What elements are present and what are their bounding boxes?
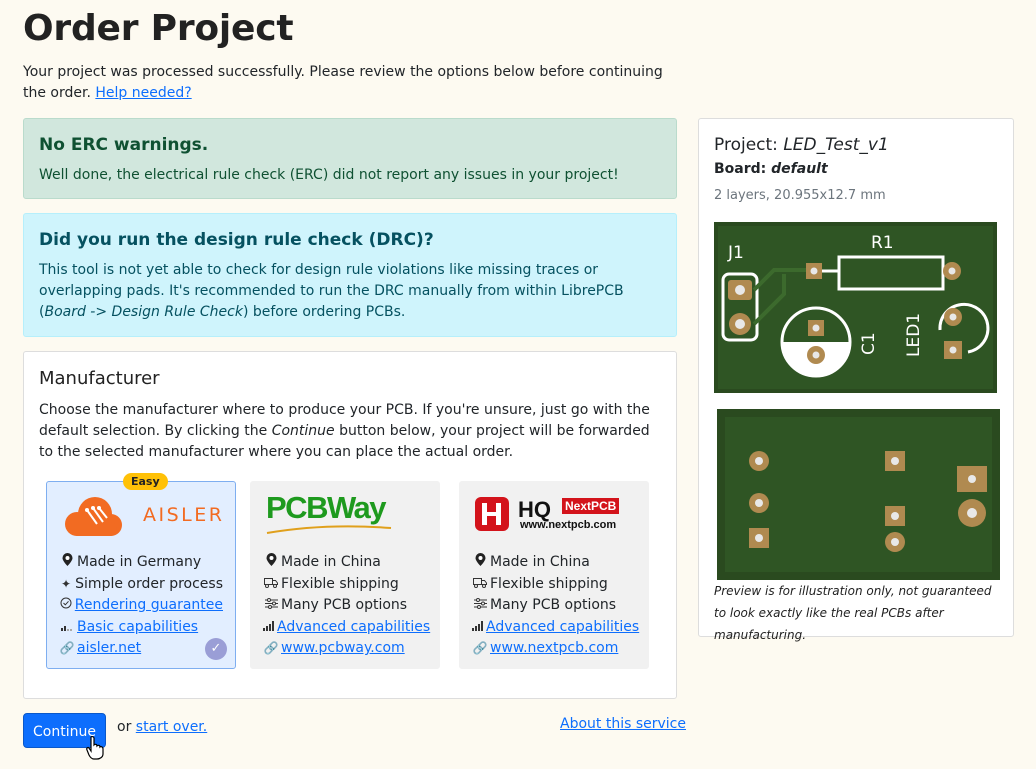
- manufacturer-title: Manufacturer: [39, 368, 160, 389]
- board-line: Board: default: [714, 161, 828, 177]
- feature-item: Flexible shipping: [263, 574, 427, 596]
- manufacturer-option-aisler[interactable]: Easy AISLER Made in Germany ✦ Simple orde…: [46, 473, 236, 669]
- project-name: LED_Test_v1: [783, 135, 889, 155]
- feature-item: Made in Germany: [59, 552, 223, 574]
- selected-check-icon: ✓: [205, 638, 227, 660]
- manufacturer-card: Manufacturer Choose the manufacturer whe…: [23, 351, 677, 699]
- truck-icon: [263, 574, 279, 596]
- silk-j1: J1: [727, 243, 744, 263]
- board-layers: 2 layers, 20.955x12.7 mm: [714, 188, 886, 203]
- pcbway-swoosh-icon: [266, 525, 392, 534]
- or-text: or start over.: [117, 719, 208, 735]
- about-service-link[interactable]: About this service: [560, 716, 686, 732]
- feature-item: ✦ Simple order process: [59, 574, 223, 596]
- drc-menu-path: Board -> Design Rule Check: [44, 304, 243, 320]
- erc-title: No ERC warnings.: [39, 135, 209, 155]
- feature-item: Advanced capabilities: [263, 617, 430, 639]
- feature-item: 🔗 aisler.net: [59, 638, 223, 660]
- map-pin-icon: [263, 552, 279, 574]
- advanced-capabilities-link[interactable]: Advanced capabilities: [486, 617, 639, 639]
- feature-item: Made in China: [472, 552, 636, 574]
- preview-disclaimer: Preview is for illustration only, not gu…: [714, 584, 992, 642]
- signal-low-icon: [59, 617, 75, 639]
- link-icon: 🔗: [263, 641, 279, 656]
- aisler-logo: AISLER: [59, 482, 223, 552]
- hand-cursor-icon: [86, 736, 104, 760]
- feature-item: 🔗 www.nextpcb.com: [472, 638, 636, 660]
- silk-c1: C1: [859, 332, 879, 355]
- map-pin-icon: [472, 552, 488, 574]
- pcbway-features: Made in China Flexible shipping Many PCB…: [263, 552, 430, 660]
- basic-capabilities-link[interactable]: Basic capabilities: [77, 617, 198, 639]
- manufacturer-option-pcbway[interactable]: PCBWay Made in China Flexible shipping M…: [250, 481, 440, 669]
- intro-text: Your project was processed successfully.…: [23, 64, 663, 101]
- magic-wand-icon: ✦: [61, 576, 72, 591]
- feature-item: Rendering guarantee: [59, 595, 223, 617]
- signal-full-icon: [263, 617, 275, 639]
- silk-r1: R1: [871, 233, 894, 253]
- rendering-guarantee-link[interactable]: Rendering guarantee: [75, 595, 223, 617]
- check-circle-icon: [59, 595, 73, 617]
- nextpcb-h-icon: [475, 497, 509, 531]
- pcbway-website-link[interactable]: www.pcbway.com: [281, 638, 405, 660]
- advanced-capabilities-link[interactable]: Advanced capabilities: [277, 617, 430, 639]
- sliders-icon: [472, 595, 488, 617]
- pcb-top-preview: J1 R1 C1 LED1: [714, 222, 997, 393]
- aisler-cloud-icon: [65, 497, 122, 536]
- feature-item: Many PCB options: [472, 595, 636, 617]
- project-card: Project: LED_Test_v1 Board: default 2 la…: [698, 118, 1014, 642]
- pcbway-logo: PCBWay: [263, 482, 427, 552]
- project-title: Project: LED_Test_v1: [714, 135, 889, 155]
- nextpcb-features: Made in China Flexible shipping Many PCB…: [472, 552, 639, 660]
- nextpcb-logo: HQ NextPCB www.nextpcb.com: [472, 482, 636, 552]
- page-title: Order Project: [23, 8, 294, 49]
- drc-text: This tool is not yet able to check for d…: [39, 262, 624, 320]
- feature-item: Flexible shipping: [472, 574, 636, 596]
- board-name: default: [771, 161, 828, 177]
- feature-item: Basic capabilities: [59, 617, 223, 639]
- link-icon: 🔗: [472, 641, 488, 656]
- aisler-features: Made in Germany ✦ Simple order process Re…: [59, 552, 223, 660]
- manufacturer-text: Choose the manufacturer where to produce…: [39, 402, 650, 460]
- map-pin-icon: [59, 552, 75, 574]
- drc-alert: Did you run the design rule check (DRC)?…: [23, 213, 677, 337]
- help-link[interactable]: Help needed?: [95, 85, 191, 101]
- feature-item: 🔗 www.pcbway.com: [263, 638, 427, 660]
- aisler-website-link[interactable]: aisler.net: [77, 638, 141, 660]
- start-over-link[interactable]: start over.: [136, 719, 207, 735]
- signal-full-icon: [472, 617, 484, 639]
- manufacturer-option-nextpcb[interactable]: HQ NextPCB www.nextpcb.com Made in China…: [459, 481, 649, 669]
- feature-item: Many PCB options: [263, 595, 427, 617]
- feature-item: Made in China: [263, 552, 427, 574]
- truck-icon: [472, 574, 488, 596]
- erc-alert: No ERC warnings. Well done, the electric…: [23, 118, 677, 199]
- sliders-icon: [263, 595, 279, 617]
- feature-item: Advanced capabilities: [472, 617, 639, 639]
- erc-text: Well done, the electrical rule check (ER…: [39, 167, 619, 183]
- pcb-bottom-preview: [717, 409, 1000, 580]
- drc-title: Did you run the design rule check (DRC)?: [39, 230, 434, 250]
- link-icon: 🔗: [59, 641, 75, 656]
- nextpcb-website-link[interactable]: www.nextpcb.com: [490, 638, 618, 660]
- silk-led1: LED1: [904, 313, 924, 357]
